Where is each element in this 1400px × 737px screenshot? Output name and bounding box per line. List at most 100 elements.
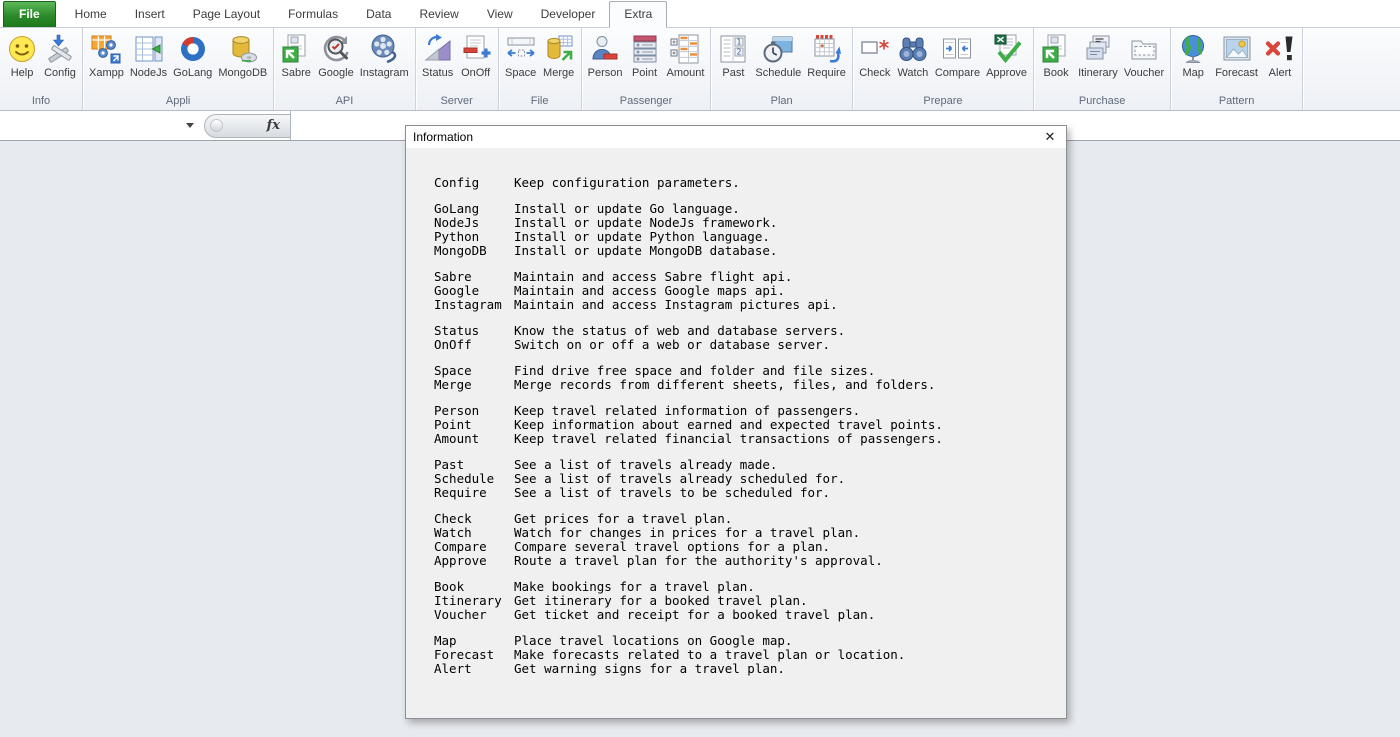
command-name: Python — [434, 229, 480, 244]
map-icon — [1177, 33, 1209, 65]
tab-view[interactable]: View — [473, 2, 527, 27]
command-description: Maintain and access Sabre flight api. — [514, 269, 793, 284]
dialog-section: Check Get prices for a travel plan. Watch W… — [434, 512, 1056, 568]
function-circle-icon — [210, 119, 223, 132]
google-button[interactable]: Google — [315, 31, 356, 80]
tab-insert[interactable]: Insert — [121, 2, 179, 27]
xampp-button[interactable]: Xampp — [86, 31, 127, 80]
command-name: Check — [434, 511, 472, 526]
forecast-button[interactable]: Forecast — [1212, 31, 1261, 80]
command-name: GoLang — [434, 201, 480, 216]
merge-icon — [543, 33, 575, 65]
check-button[interactable]: * Check — [856, 31, 894, 80]
button-label: Itinerary — [1078, 67, 1118, 79]
command-description: Place travel locations on Google map. — [514, 633, 793, 648]
button-label: Google — [318, 67, 354, 79]
help-icon — [6, 33, 38, 65]
command-name: Voucher — [434, 607, 487, 622]
button-label: OnOff — [461, 67, 491, 79]
help-button[interactable]: Help — [3, 31, 41, 80]
ribbon-group-prepare: * Check Watch Compare Approve Prepare — [853, 28, 1035, 110]
command-description: Get ticket and receipt for a booked trav… — [514, 607, 876, 622]
name-box-dropdown-button[interactable] — [176, 111, 204, 140]
insert-function-button[interactable]: fx — [204, 113, 290, 138]
group-label: Passenger — [619, 95, 673, 107]
dialog-row-watch: Watch Watch for changes in prices for a t… — [434, 526, 1056, 540]
svg-text:*: * — [879, 36, 890, 60]
space-button[interactable]: Space — [502, 31, 540, 80]
alert-button[interactable]: Alert — [1261, 31, 1299, 80]
golang-button[interactable]: GoLang — [170, 31, 215, 80]
ribbon-group-server: Status OnOff Server — [416, 28, 499, 110]
book-button[interactable]: Book — [1037, 31, 1075, 80]
fx-icon: fx — [266, 118, 280, 133]
command-name: Instagram — [434, 297, 502, 312]
sabre-button[interactable]: Sabre — [277, 31, 315, 80]
tab-file[interactable]: File — [3, 1, 56, 27]
schedule-button[interactable]: Schedule — [752, 31, 804, 80]
itinerary-button[interactable]: Itinerary — [1075, 31, 1121, 80]
map-button[interactable]: Map — [1174, 31, 1212, 80]
tab-developer[interactable]: Developer — [527, 2, 610, 27]
name-box[interactable] — [0, 111, 176, 140]
tab-data[interactable]: Data — [352, 2, 405, 27]
command-name: MongoDB — [434, 243, 487, 258]
command-description: Keep information about earned and expect… — [514, 417, 943, 432]
forecast-icon — [1221, 33, 1253, 65]
group-label: Plan — [770, 95, 793, 107]
button-label: Config — [44, 67, 76, 79]
ribbon-group-appli: Xampp NodeJs GoLang MongoDB Appli — [83, 28, 275, 110]
button-label: MongoDB — [218, 67, 268, 79]
person-button[interactable]: Person — [585, 31, 626, 80]
tab-extra[interactable]: Extra — [609, 1, 668, 28]
command-description: Watch for changes in prices for a travel… — [514, 525, 861, 540]
tab-review[interactable]: Review — [405, 2, 472, 27]
group-label: Pattern — [1218, 95, 1255, 107]
command-description: Get prices for a travel plan. — [514, 511, 733, 526]
amount-button[interactable]: Amount — [664, 31, 708, 80]
chevron-down-icon — [186, 123, 194, 128]
button-label: Forecast — [1215, 67, 1258, 79]
status-button[interactable]: Status — [419, 31, 457, 80]
point-button[interactable]: Point — [626, 31, 664, 80]
dialog-row-map: Map Place travel locations on Google map. — [434, 634, 1056, 648]
command-description: Get warning signs for a travel plan. — [514, 661, 785, 676]
dialog-row-voucher: Voucher Get ticket and receipt for a book… — [434, 608, 1056, 622]
button-label: Map — [1182, 67, 1204, 79]
approve-icon — [991, 33, 1023, 65]
compare-button[interactable]: Compare — [932, 31, 983, 80]
voucher-button[interactable]: Voucher — [1121, 31, 1167, 80]
config-button[interactable]: Config — [41, 31, 79, 80]
command-description: Switch on or off a web or database serve… — [514, 337, 831, 352]
require-button[interactable]: Require — [804, 31, 849, 80]
dialog-row-google: Google Maintain and access Google maps ap… — [434, 284, 1056, 298]
merge-button[interactable]: Merge — [540, 31, 578, 80]
ribbon-group-plan: 1 2 Past Schedule Require Plan — [711, 28, 853, 110]
instagram-button[interactable]: Instagram — [357, 31, 412, 80]
command-description: Make forecasts related to a travel plan … — [514, 647, 906, 662]
dialog-row-golang: GoLang Install or update Go language. — [434, 202, 1056, 216]
tab-page-layout[interactable]: Page Layout — [179, 2, 274, 27]
tab-home[interactable]: Home — [61, 2, 121, 27]
button-label: Person — [587, 67, 623, 79]
group-label: Server — [440, 95, 473, 107]
nodejs-button[interactable]: NodeJs — [127, 31, 170, 80]
mongodb-button[interactable]: MongoDB — [215, 31, 270, 80]
command-name: Config — [434, 175, 480, 190]
xampp-icon — [90, 33, 122, 65]
watch-button[interactable]: Watch — [894, 31, 932, 80]
svg-text:2: 2 — [737, 48, 742, 57]
dialog-row-alert: Alert Get warning signs for a travel plan… — [434, 662, 1056, 676]
button-label: Instagram — [359, 67, 409, 79]
amount-icon — [669, 33, 701, 65]
past-button[interactable]: 1 2 Past — [714, 31, 752, 80]
approve-button[interactable]: Approve — [983, 31, 1030, 80]
dialog-section: Space Find drive free space and folder an… — [434, 364, 1056, 392]
dialog-row-book: Book Make bookings for a travel plan. — [434, 580, 1056, 594]
golang-icon — [177, 33, 209, 65]
require-icon — [811, 33, 843, 65]
tab-formulas[interactable]: Formulas — [274, 2, 352, 27]
ribbon-group-passenger: Person Point Amount Passenger — [582, 28, 712, 110]
onoff-button[interactable]: OnOff — [457, 31, 495, 80]
close-icon[interactable]: ✕ — [1034, 126, 1066, 148]
